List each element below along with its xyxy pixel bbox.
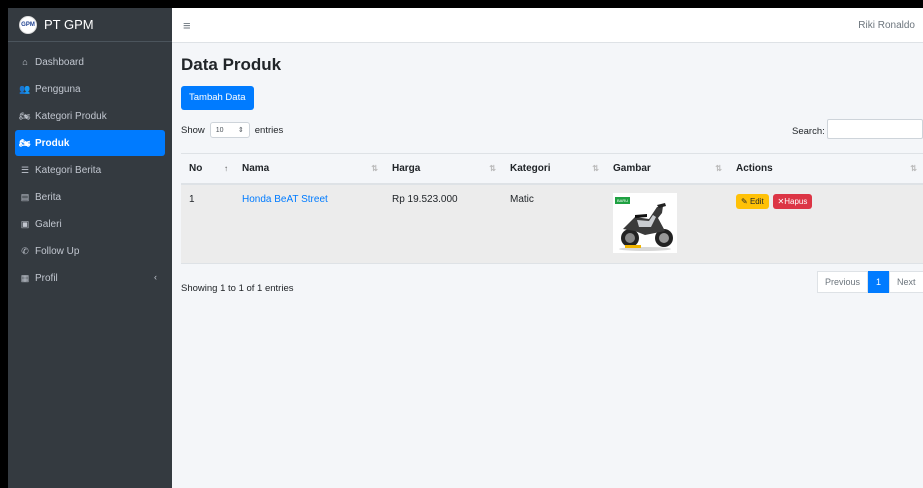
sidebar-item-label: Pengguna xyxy=(35,83,81,95)
header-label: Actions xyxy=(736,162,773,174)
header-label: Harga xyxy=(392,162,421,174)
sidebar-item-dashboard[interactable]: ⌂ Dashboard xyxy=(15,49,165,75)
app-frame: GPM PT GPM ⌂ Dashboard 👥 Pengguna 🏍 Kate… xyxy=(8,8,923,488)
header-label: Kategori xyxy=(510,162,551,174)
sidebar-item-kategori-berita[interactable]: ☰ Kategori Berita xyxy=(15,157,165,183)
edit-button[interactable]: ✎ Edit xyxy=(736,193,769,209)
header-actions[interactable]: Actions ⇅ xyxy=(728,153,923,185)
cell-gambar: BARU xyxy=(605,183,728,264)
main-content: Data Produk Tambah Data Show 10 ⇕ entrie… xyxy=(172,43,923,488)
delete-label: Hapus xyxy=(784,196,808,206)
sort-icon: ⇅ xyxy=(715,164,722,173)
newspaper-icon: ▤ xyxy=(20,191,30,202)
page-1-button[interactable]: 1 xyxy=(868,271,890,293)
header-kategori[interactable]: Kategori ⇅ xyxy=(502,153,605,185)
page-length-select[interactable]: 10 ⇕ xyxy=(209,122,250,138)
pagination: Previous 1 Next xyxy=(817,271,923,293)
sort-icon: ⇅ xyxy=(371,164,378,173)
header-nama[interactable]: Nama ⇅ xyxy=(234,153,384,185)
sidebar-item-profil[interactable]: ▦ Profil ‹ xyxy=(15,265,165,291)
table-row: 1 Honda BeAT Street Rp 19.523.000 Matic … xyxy=(181,183,923,264)
sidebar-nav: ⌂ Dashboard 👥 Pengguna 🏍 Kategori Produk… xyxy=(8,42,172,291)
edit-icon: ✎ xyxy=(741,196,750,206)
table-info: Showing 1 to 1 of 1 entries xyxy=(181,283,294,294)
sidebar-item-label: Kategori Produk xyxy=(35,110,107,122)
sidebar-item-label: Galeri xyxy=(35,218,62,230)
sort-icon: ⇅ xyxy=(910,164,917,173)
home-icon: ⌂ xyxy=(22,57,28,67)
header-no[interactable]: No ↑ xyxy=(181,153,234,185)
sidebar-item-follow-up[interactable]: ✆ Follow Up xyxy=(15,238,165,264)
sidebar-item-produk[interactable]: 🏍 Produk xyxy=(15,130,165,156)
show-label: Show xyxy=(181,124,205,136)
header-label: Nama xyxy=(242,162,270,174)
header-gambar[interactable]: Gambar ⇅ xyxy=(605,153,728,185)
new-badge: BARU xyxy=(615,196,631,204)
entries-label: entries xyxy=(254,124,284,136)
previous-page-button[interactable]: Previous xyxy=(817,271,869,293)
sidebar-item-label: Follow Up xyxy=(35,245,80,257)
menu-toggle-icon[interactable]: ≡ xyxy=(183,18,191,33)
sidebar: GPM PT GPM ⌂ Dashboard 👥 Pengguna 🏍 Kate… xyxy=(8,8,172,488)
brand-link[interactable]: GPM PT GPM xyxy=(8,8,172,42)
header-label: No xyxy=(189,162,203,174)
list-icon: ☰ xyxy=(20,164,30,175)
sidebar-item-label: Berita xyxy=(35,191,62,203)
sort-icon: ⇅ xyxy=(592,164,599,173)
user-name[interactable]: Riki Ronaldo xyxy=(858,20,915,31)
cell-harga: Rp 19.523.000 xyxy=(384,183,502,264)
edit-label: Edit xyxy=(749,196,764,206)
header-label: Gambar xyxy=(613,162,651,174)
add-data-button[interactable]: Tambah Data xyxy=(181,86,254,110)
building-icon: ▦ xyxy=(20,272,30,283)
users-icon: 👥 xyxy=(19,83,31,94)
sort-icon: ⇅ xyxy=(489,164,496,173)
select-arrows-icon: ⇕ xyxy=(237,127,244,134)
brand-logo: GPM xyxy=(19,15,37,34)
page-length-control: Show 10 ⇕ entries xyxy=(181,122,283,138)
motorcycle-icon: 🏍 xyxy=(19,110,31,121)
sidebar-item-label: Produk xyxy=(35,137,70,149)
cell-no: 1 xyxy=(181,183,234,264)
next-page-button[interactable]: Next xyxy=(889,271,923,293)
products-table: No ↑ Nama ⇅ Harga ⇅ Kategori ⇅ Gambar ⇅ Actio… xyxy=(181,153,923,264)
sidebar-item-label: Dashboard xyxy=(35,56,84,68)
sidebar-item-pengguna[interactable]: 👥 Pengguna xyxy=(15,76,165,102)
sidebar-item-label: Profil xyxy=(35,272,58,284)
sidebar-item-berita[interactable]: ▤ Berita xyxy=(15,184,165,210)
sort-asc-icon: ↑ xyxy=(224,164,228,173)
phone-icon: ✆ xyxy=(21,245,29,256)
page-length-value: 10 xyxy=(215,126,224,134)
delete-button[interactable]: ✕Hapus xyxy=(772,193,813,209)
cell-actions: ✎ Edit ✕Hapus xyxy=(728,183,923,264)
sidebar-item-kategori-produk[interactable]: 🏍 Kategori Produk xyxy=(15,103,165,129)
header-harga[interactable]: Harga ⇅ xyxy=(384,153,502,185)
search-input[interactable] xyxy=(827,119,923,139)
top-navbar: ≡ Riki Ronaldo xyxy=(172,8,923,43)
product-name-link[interactable]: Honda BeAT Street xyxy=(242,194,328,205)
table-header-row: No ↑ Nama ⇅ Harga ⇅ Kategori ⇅ Gambar ⇅ Actio… xyxy=(181,153,923,185)
chevron-left-icon: ‹ xyxy=(154,272,157,282)
cell-nama: Honda BeAT Street xyxy=(234,183,384,264)
sidebar-item-galeri[interactable]: ▣ Galeri xyxy=(15,211,165,237)
sidebar-item-label: Kategori Berita xyxy=(35,164,102,176)
brand-name: PT GPM xyxy=(44,17,94,32)
page-title: Data Produk xyxy=(181,55,282,74)
image-icon: ▣ xyxy=(20,218,30,229)
product-image: BARU xyxy=(613,192,677,253)
motorcycle-icon: 🏍 xyxy=(19,137,31,148)
search-label: Search: xyxy=(792,126,825,137)
cell-kategori: Matic xyxy=(502,183,605,264)
